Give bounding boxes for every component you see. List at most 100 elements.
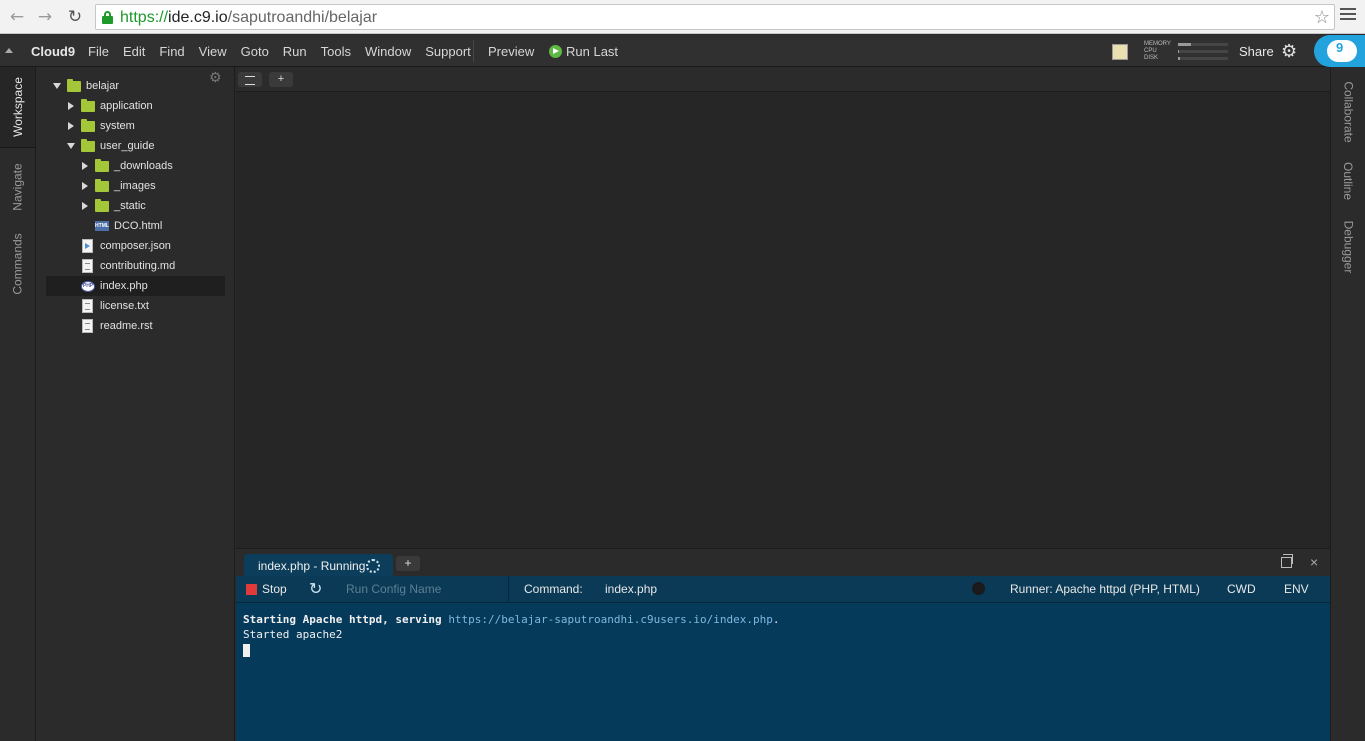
tree-file-row[interactable]: composer.json bbox=[46, 236, 225, 256]
preferences-gear-icon[interactable]: ⚙ bbox=[1281, 41, 1297, 62]
env-button[interactable]: ENV bbox=[1284, 582, 1309, 596]
run-last-button[interactable]: Run Last bbox=[549, 44, 618, 59]
editor-area[interactable] bbox=[236, 92, 1330, 548]
new-tab-button[interactable]: + bbox=[269, 72, 293, 87]
debug-bug-icon[interactable] bbox=[972, 582, 985, 595]
tree-file-row[interactable]: HTML DCO.html bbox=[46, 216, 225, 236]
command-input[interactable]: index.php bbox=[605, 582, 657, 596]
tab-commands[interactable]: Commands bbox=[0, 224, 35, 304]
tree-file-row[interactable]: contributing.md bbox=[46, 256, 225, 276]
tree-folder-row[interactable]: belajar bbox=[46, 76, 225, 96]
command-label: Command: bbox=[524, 582, 583, 596]
menu-run[interactable]: Run bbox=[283, 44, 307, 59]
url-text: https://ide.c9.io/saputroandhi/belajar bbox=[120, 9, 378, 26]
tree-file-row[interactable]: readme.rst bbox=[46, 316, 225, 336]
tree-folder-row[interactable]: _downloads bbox=[46, 156, 225, 176]
tree-item-label: user_guide bbox=[100, 140, 155, 152]
menu-view[interactable]: View bbox=[199, 44, 227, 59]
folder-icon bbox=[95, 198, 109, 212]
php-file-icon: PHP bbox=[81, 280, 95, 292]
new-console-tab-button[interactable]: + bbox=[396, 556, 420, 571]
run-last-label: Run Last bbox=[566, 44, 619, 59]
menubar-separator bbox=[473, 40, 474, 62]
tree-file-row[interactable]: PHP index.php bbox=[46, 276, 225, 296]
stat-cpu: CPU bbox=[1144, 48, 1234, 55]
back-arrow-icon[interactable]: ← bbox=[7, 7, 27, 27]
share-button[interactable]: Share bbox=[1239, 44, 1274, 59]
resource-usage[interactable]: MEMORY CPU DISK bbox=[1144, 41, 1234, 62]
tree-folder-row[interactable]: _static bbox=[46, 196, 225, 216]
right-panel-tabs: Collaborate Outline Debugger bbox=[1330, 67, 1365, 741]
avatar[interactable] bbox=[1112, 44, 1128, 60]
collapsed-arrow-icon[interactable] bbox=[81, 202, 89, 210]
stat-memory: MEMORY bbox=[1144, 41, 1234, 48]
stat-fill bbox=[1178, 50, 1179, 53]
folder-icon bbox=[81, 98, 95, 112]
tree-item-label: application bbox=[100, 100, 153, 112]
folder-icon bbox=[67, 78, 81, 92]
folder-icon bbox=[81, 118, 95, 132]
run-config-name-input[interactable]: Run Config Name bbox=[346, 582, 441, 596]
cloud9-menu[interactable]: Cloud9 bbox=[31, 44, 75, 59]
restore-panel-icon[interactable] bbox=[1281, 554, 1293, 568]
stop-label: Stop bbox=[262, 582, 287, 596]
stop-button[interactable]: Stop bbox=[246, 582, 287, 596]
expanded-arrow-icon[interactable] bbox=[67, 142, 75, 150]
tree-item-label: DCO.html bbox=[114, 220, 163, 232]
text-file-icon bbox=[82, 259, 93, 273]
reload-icon[interactable]: ↻ bbox=[65, 7, 85, 27]
served-url-link[interactable]: https://belajar-saputroandhi.c9users.io/… bbox=[448, 613, 773, 626]
folder-icon bbox=[95, 158, 109, 172]
tab-workspace[interactable]: Workspace bbox=[0, 67, 35, 147]
menu-goto[interactable]: Goto bbox=[241, 44, 269, 59]
running-spinner-icon bbox=[366, 558, 381, 573]
menu-window[interactable]: Window bbox=[365, 44, 411, 59]
tree-folder-row[interactable]: _images bbox=[46, 176, 225, 196]
runner-selector[interactable]: Runner: Apache httpd (PHP, HTML) bbox=[1010, 582, 1200, 596]
restart-icon[interactable]: ↻ bbox=[309, 579, 322, 598]
output-line: Started apache2 bbox=[243, 628, 343, 641]
browser-toolbar: ← → ↻ https://ide.c9.io/saputroandhi/bel… bbox=[0, 0, 1365, 34]
tab-list-icon[interactable] bbox=[238, 72, 262, 87]
menu-edit[interactable]: Edit bbox=[123, 44, 145, 59]
menu-file[interactable]: File bbox=[88, 44, 109, 59]
tree-item-label: _static bbox=[114, 200, 146, 212]
tree-folder-row[interactable]: application bbox=[46, 96, 225, 116]
cloud9-logo[interactable]: 9 bbox=[1314, 35, 1365, 67]
console-tab-label: index.php - Running bbox=[258, 558, 366, 573]
json-file-icon bbox=[82, 239, 93, 253]
menu-find[interactable]: Find bbox=[159, 44, 184, 59]
tree-file-row[interactable]: license.txt bbox=[46, 296, 225, 316]
tree-item-label: index.php bbox=[100, 280, 148, 292]
collapsed-arrow-icon[interactable] bbox=[81, 182, 89, 190]
tab-navigate[interactable]: Navigate bbox=[0, 149, 35, 224]
tab-console-index-php[interactable]: index.php - Running bbox=[244, 554, 393, 577]
stat-disk: DISK bbox=[1144, 55, 1234, 62]
menu-tools[interactable]: Tools bbox=[321, 44, 351, 59]
tree-folder-row[interactable]: user_guide bbox=[46, 136, 225, 156]
left-panel-tabs: Workspace Navigate Commands bbox=[0, 67, 36, 741]
runner-toolbar: Stop ↻ Run Config Name Command: index.ph… bbox=[236, 576, 1330, 603]
collapse-menubar-icon[interactable] bbox=[5, 48, 13, 53]
close-icon[interactable]: × bbox=[1310, 554, 1318, 570]
collapsed-arrow-icon[interactable] bbox=[67, 102, 75, 110]
cwd-button[interactable]: CWD bbox=[1227, 582, 1256, 596]
terminal-cursor-line bbox=[243, 642, 1323, 657]
stat-bar bbox=[1178, 57, 1228, 60]
collapsed-arrow-icon[interactable] bbox=[67, 122, 75, 130]
collapsed-arrow-icon[interactable] bbox=[81, 162, 89, 170]
file-tree: ⚙ belajar application system user_guide _dow… bbox=[36, 67, 235, 741]
forward-arrow-icon[interactable]: → bbox=[35, 7, 55, 27]
menu-support[interactable]: Support bbox=[425, 44, 471, 59]
tab-debugger[interactable]: Debugger bbox=[1331, 212, 1365, 282]
browser-menu-icon[interactable] bbox=[1340, 8, 1356, 24]
preview-button[interactable]: Preview bbox=[488, 44, 534, 59]
address-bar[interactable]: https://ide.c9.io/saputroandhi/belajar ☆ bbox=[95, 4, 1335, 30]
tab-collaborate[interactable]: Collaborate bbox=[1331, 72, 1365, 152]
tab-outline[interactable]: Outline bbox=[1331, 155, 1365, 207]
tree-folder-row[interactable]: system bbox=[46, 116, 225, 136]
expanded-arrow-icon[interactable] bbox=[53, 82, 61, 90]
bookmark-star-icon[interactable]: ☆ bbox=[1314, 7, 1330, 28]
stat-fill bbox=[1178, 43, 1191, 46]
console-output[interactable]: Starting Apache httpd, serving https://b… bbox=[236, 603, 1330, 741]
